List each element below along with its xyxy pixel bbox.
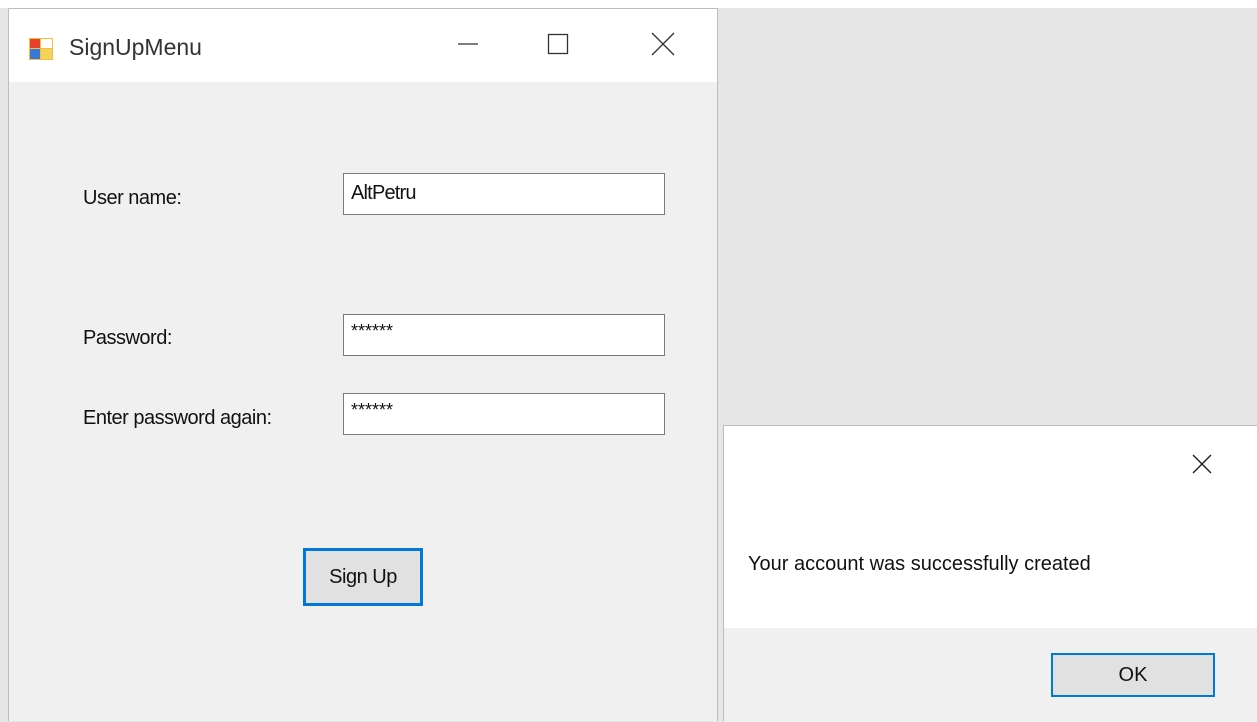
confirm-password-field[interactable]: ******: [343, 393, 665, 435]
minimize-button[interactable]: [439, 17, 497, 75]
minimize-icon: [457, 33, 479, 60]
form-app-icon: [29, 37, 53, 61]
maximize-button[interactable]: [529, 17, 587, 75]
close-button[interactable]: [634, 17, 692, 75]
dialog-message: Your account was successfully created: [748, 553, 1091, 575]
window-title: SignUpMenu: [69, 34, 202, 60]
password-label: Password:: [83, 327, 172, 349]
message-dialog: Your account was successfully created OK: [723, 425, 1257, 722]
confirm-password-label: Enter password again:: [83, 407, 272, 429]
ok-button[interactable]: OK: [1051, 653, 1215, 697]
desktop-backdrop: [0, 0, 1257, 8]
username-label: User name:: [83, 187, 182, 209]
title-bar[interactable]: SignUpMenu: [9, 9, 717, 82]
maximize-icon: [547, 33, 569, 60]
close-icon: [651, 32, 675, 61]
signup-window: SignUpMenu User name: AltPetru Password:…: [8, 8, 718, 721]
dialog-close-button[interactable]: [1182, 446, 1222, 486]
signup-button[interactable]: Sign Up: [303, 548, 423, 606]
dialog-footer: OK: [724, 628, 1257, 722]
username-field[interactable]: AltPetru: [343, 173, 665, 215]
password-field[interactable]: ******: [343, 314, 665, 356]
close-icon: [1192, 454, 1212, 479]
